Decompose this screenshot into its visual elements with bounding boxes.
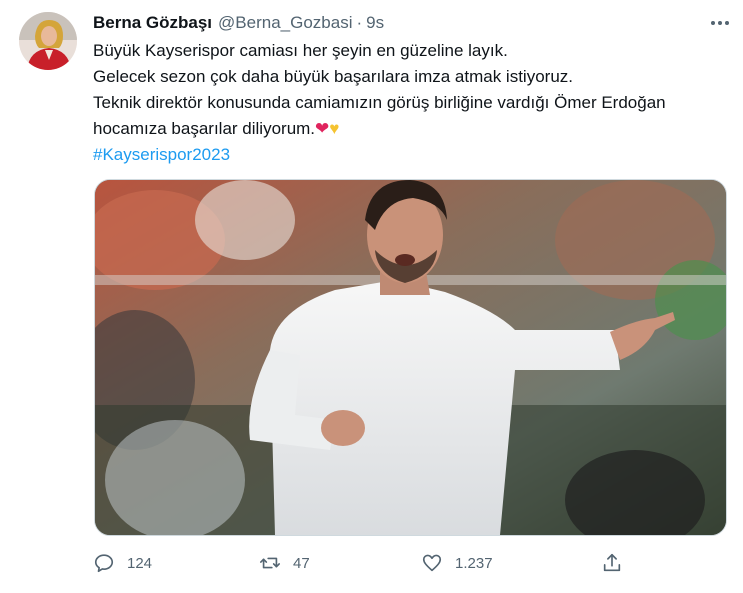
reply-button[interactable]: 124 xyxy=(93,548,152,578)
tweet-text-line: Gelecek sezon çok daha büyük başarılara … xyxy=(93,67,574,86)
tweet-actions: 124 47 1.237 xyxy=(93,548,693,578)
hashtag-link[interactable]: #Kayserispor2023 xyxy=(93,142,723,168)
tweet-text: Büyük Kayserispor camiası her şeyin en g… xyxy=(93,38,723,168)
avatar[interactable] xyxy=(19,12,77,70)
reply-icon xyxy=(94,554,114,573)
tweet-text-line: Büyük Kayserispor camiası her şeyin en g… xyxy=(93,41,508,60)
share-button[interactable] xyxy=(601,548,623,578)
reply-count: 124 xyxy=(127,554,153,572)
red-heart-emoji: ❤ xyxy=(315,119,330,138)
avatar-image xyxy=(19,12,77,70)
tweet[interactable]: Berna Gözbaşı @Berna_Gozbasi · 9s Büyük … xyxy=(0,0,743,593)
retweet-count: 47 xyxy=(293,554,310,572)
like-icon xyxy=(422,554,442,572)
coach-photo xyxy=(95,180,726,535)
author-handle[interactable]: @Berna_Gozbasi xyxy=(218,13,352,33)
like-button[interactable]: 1.237 xyxy=(421,548,493,578)
tweet-text-line: hocamıza başarılar diliyorum. xyxy=(93,119,316,138)
more-icon[interactable] xyxy=(709,14,731,32)
tweet-header: Berna Gözbaşı @Berna_Gozbasi · 9s xyxy=(93,12,727,34)
separator-dot: · xyxy=(356,13,363,32)
tweet-text-line: Teknik direktör konusunda camiamızın gör… xyxy=(93,93,666,112)
retweet-button[interactable]: 47 xyxy=(259,548,310,578)
tweet-text-line-with-emoji: hocamıza başarılar diliyorum.❤♥ xyxy=(93,116,723,142)
tweet-photo[interactable] xyxy=(94,179,727,536)
like-count: 1.237 xyxy=(455,554,493,572)
share-icon xyxy=(603,553,621,572)
author-display-name[interactable]: Berna Gözbaşı xyxy=(93,13,212,33)
tweet-timestamp[interactable]: 9s xyxy=(366,13,384,33)
yellow-heart-emoji: ♥ xyxy=(329,119,340,138)
retweet-icon xyxy=(260,557,280,569)
